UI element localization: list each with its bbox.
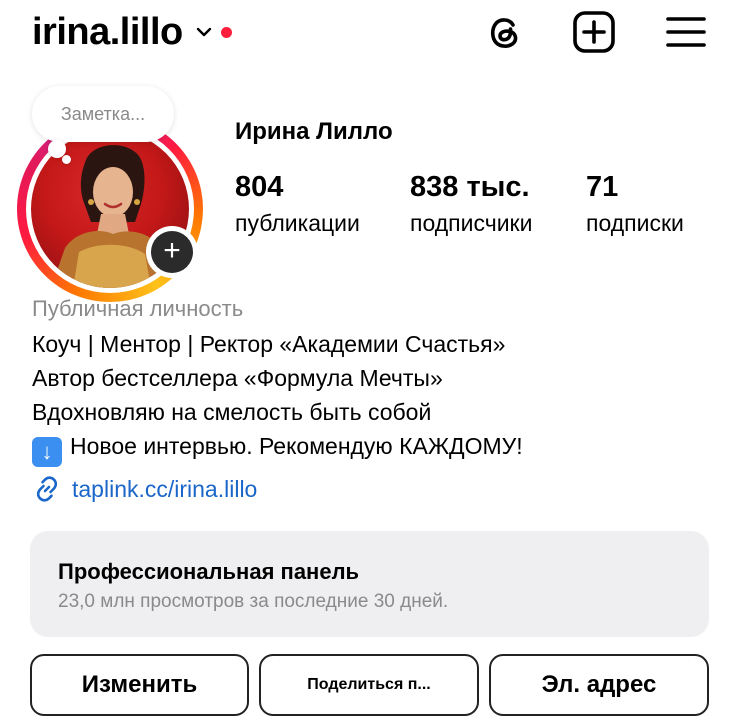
bio-line: Коуч | Ментор | Ректор «Академии Счастья… xyxy=(32,331,506,357)
edit-profile-button[interactable]: Изменить xyxy=(30,654,249,716)
bio-line: Автор бестселлера «Формула Мечты» xyxy=(32,365,443,391)
note-placeholder: Заметка... xyxy=(60,103,146,124)
stat-label: подписчики xyxy=(410,210,533,236)
stat-value: 71 xyxy=(586,171,619,203)
full-name: Ирина Лилло xyxy=(235,118,393,145)
notification-dot xyxy=(220,26,232,38)
down-arrow-icon: ↓ xyxy=(32,437,62,467)
chevron-down-icon xyxy=(196,27,211,37)
bio-line-text: Новое интервью. Рекомендую КАЖДОМУ! xyxy=(70,433,523,459)
account-switcher[interactable]: irina.lillo xyxy=(32,8,232,56)
bio-line: Вдохновляю на смелость быть собой xyxy=(32,399,432,425)
stat-following[interactable]: 71 подписки xyxy=(586,170,684,240)
stat-value: 804 xyxy=(235,171,284,203)
menu-icon[interactable] xyxy=(662,8,710,56)
stat-followers[interactable]: 838 тыс. подписчики xyxy=(410,170,532,240)
plus-icon: + xyxy=(151,231,193,273)
threads-icon[interactable] xyxy=(481,8,529,56)
link-icon xyxy=(36,476,58,502)
username[interactable]: irina.lillo xyxy=(32,11,183,54)
add-story-button[interactable]: + xyxy=(146,226,198,278)
email-button[interactable]: Эл. адрес xyxy=(489,654,709,716)
stat-label: подписки xyxy=(586,210,684,236)
share-profile-button[interactable]: Поделиться п... xyxy=(259,654,479,716)
note-tail-small xyxy=(62,155,71,164)
profile-category: Публичная личность xyxy=(32,296,244,321)
stat-posts[interactable]: 804 публикации xyxy=(235,170,360,240)
bio-link[interactable]: taplink.cc/irina.lillo xyxy=(32,474,257,504)
new-post-icon[interactable] xyxy=(570,8,618,56)
note-bubble[interactable]: Заметка... xyxy=(32,86,174,142)
stat-label: публикации xyxy=(235,210,360,236)
profile-header: irina.lillo xyxy=(0,0,739,64)
dashboard-subtitle: 23,0 млн просмотров за последние 30 дней… xyxy=(58,591,449,612)
bio-line-with-emoji: ↓ Новое интервью. Рекомендую КАЖДОМУ! xyxy=(32,430,523,467)
link-url[interactable]: taplink.cc/irina.lillo xyxy=(72,476,257,503)
stat-value: 838 тыс. xyxy=(410,171,530,203)
professional-dashboard[interactable]: Профессиональная панель 23,0 млн просмот… xyxy=(30,531,709,637)
dashboard-title: Профессиональная панель xyxy=(58,559,360,584)
